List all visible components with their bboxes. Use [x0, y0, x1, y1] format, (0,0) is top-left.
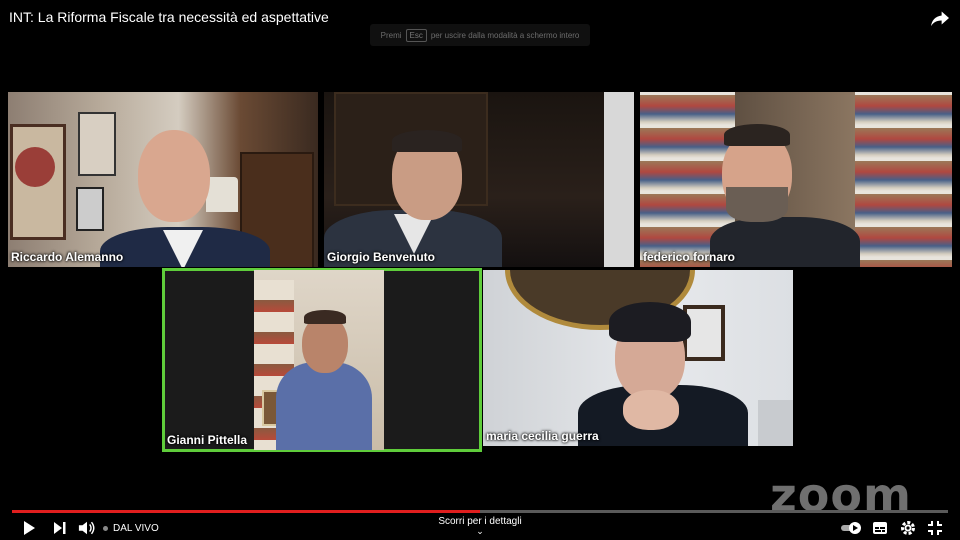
framed-photo [78, 112, 116, 176]
video-feed [254, 270, 384, 450]
participant-name: Gianni Pittella [167, 433, 248, 447]
participant-name: Riccardo Alemanno [11, 250, 124, 264]
zoom-watermark: zoom [770, 468, 912, 522]
poster-emblem [15, 147, 55, 187]
participant-tile-riccardo-alemanno[interactable]: Riccardo Alemanno [8, 92, 318, 267]
wall-edge [604, 92, 634, 267]
participant-name: Giorgio Benvenuto [327, 250, 435, 264]
participant-name: maria cecilia guerra [486, 429, 599, 443]
participant-name: federico fornaro [643, 250, 736, 264]
video-title: INT: La Riforma Fiscale tra necessità ed… [9, 9, 329, 25]
esc-key-hint: Esc [405, 28, 427, 42]
cabinet [758, 400, 793, 446]
scroll-for-details[interactable]: Scorri per i dettagli ⌄ [0, 516, 960, 536]
progress-fill [12, 510, 480, 513]
lamp [206, 177, 238, 212]
participant-tile-maria-cecilia-guerra[interactable]: maria cecilia guerra [483, 270, 793, 446]
participant-tile-federico-fornaro[interactable]: federico fornaro [640, 92, 952, 267]
chevron-down-icon: ⌄ [476, 526, 484, 536]
participant-tile-giorgio-benvenuto[interactable]: Giorgio Benvenuto [324, 92, 634, 267]
share-icon[interactable] [930, 9, 950, 27]
framed-photo [76, 187, 104, 231]
fullscreen-exit-hint: Premi Esc per uscire dalla modalità a sc… [370, 24, 590, 46]
progress-bar[interactable] [12, 510, 948, 513]
participant-tile-gianni-pittella[interactable]: Gianni Pittella [162, 268, 482, 452]
